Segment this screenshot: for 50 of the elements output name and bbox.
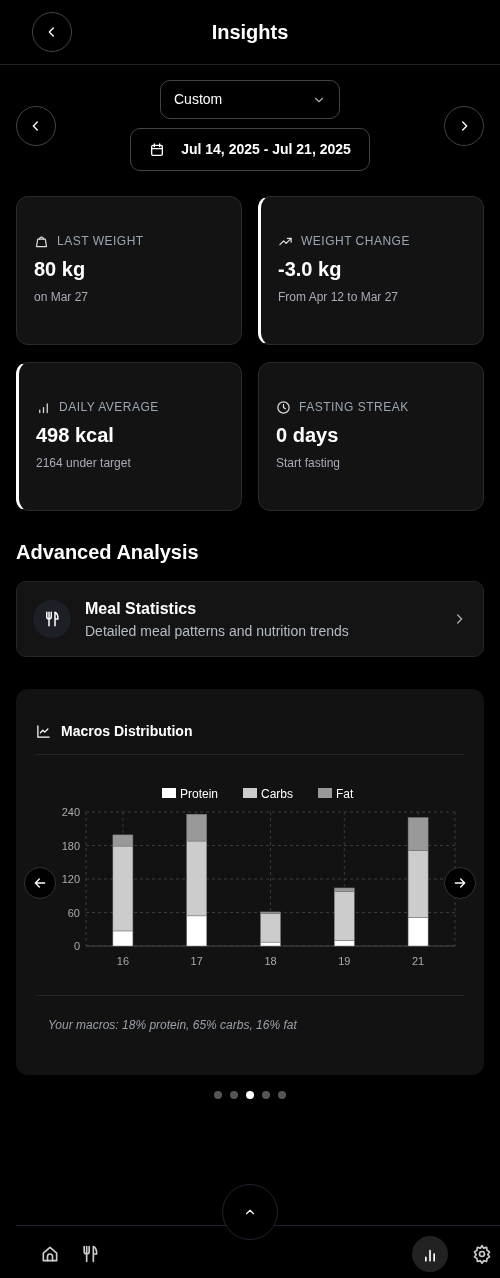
section-heading: Advanced Analysis: [15, 540, 200, 565]
date-range-button[interactable]: Jul 14, 2025 - Jul 21, 2025: [130, 128, 370, 171]
x-tick-label: 17: [190, 955, 203, 967]
stat-caption: Start fasting: [276, 455, 342, 472]
x-tick-label: 16: [116, 955, 129, 967]
fork-knife-icon: [33, 600, 71, 638]
chart-title: Macros Distribution: [61, 722, 193, 741]
y-tick-label: 120: [61, 873, 80, 885]
y-tick-label: 240: [61, 806, 80, 818]
line-chart-icon: [36, 724, 51, 739]
item-title: Meal Statistics: [85, 598, 198, 619]
macros-summary: Your macros: 18% protein, 65% carbs, 16% fat: [48, 1017, 298, 1034]
nav-button[interactable]: [412, 1236, 448, 1272]
page-title: Insights: [211, 20, 289, 45]
stat-value: 0 days: [276, 423, 340, 448]
meal-statistics-item[interactable]: Meal Statistics Detailed meal patterns and nutrition trends: [16, 581, 484, 657]
legend-label: Fat: [336, 787, 354, 801]
arrow-right-icon: [452, 875, 468, 891]
home-icon: [40, 1244, 60, 1264]
legend-item: Protein: [162, 787, 219, 801]
y-tick-label: 180: [61, 839, 80, 852]
legend-item: Fat: [318, 787, 354, 801]
stat-value: 80 kg: [34, 257, 87, 282]
calendar-icon: [149, 141, 166, 158]
item-subtitle: Detailed meal patterns and nutrition trends: [85, 621, 350, 641]
stat-caption: on Mar 27: [34, 289, 90, 306]
stat-value: -3.0 kg: [278, 257, 343, 282]
arrow-left-icon: [32, 875, 48, 891]
x-tick-label: 18: [264, 955, 277, 967]
next-chart-button[interactable]: [444, 867, 476, 899]
x-tick-label: 21: [412, 955, 425, 967]
stat-label: FASTING STREAK: [299, 399, 409, 416]
previous-chart-button[interactable]: [24, 867, 56, 899]
stat-label: WEIGHT CHANGE: [301, 233, 410, 250]
x-tick-label: 19: [338, 955, 351, 967]
legend-label: Carbs: [261, 787, 294, 801]
legend-label: Protein: [180, 787, 219, 801]
stat-label: DAILY AVERAGE: [59, 399, 159, 416]
y-tick-label: 60: [67, 906, 80, 919]
stat-caption: 2164 under target: [36, 455, 132, 472]
stat-label: LAST WEIGHT: [57, 233, 144, 250]
y-tick-label: 0: [73, 940, 80, 952]
clock-icon: [276, 399, 291, 415]
fork-knife-icon: [80, 1244, 100, 1264]
weight-icon: [34, 233, 49, 249]
period-dropdown[interactable]: Custom: [160, 80, 340, 119]
stat-caption: From Apr 12 to Mar 27: [278, 289, 400, 306]
settings-icon: [472, 1244, 492, 1264]
stat-value: 498 kcal: [36, 423, 115, 448]
legend-item: Carbs: [243, 787, 293, 801]
